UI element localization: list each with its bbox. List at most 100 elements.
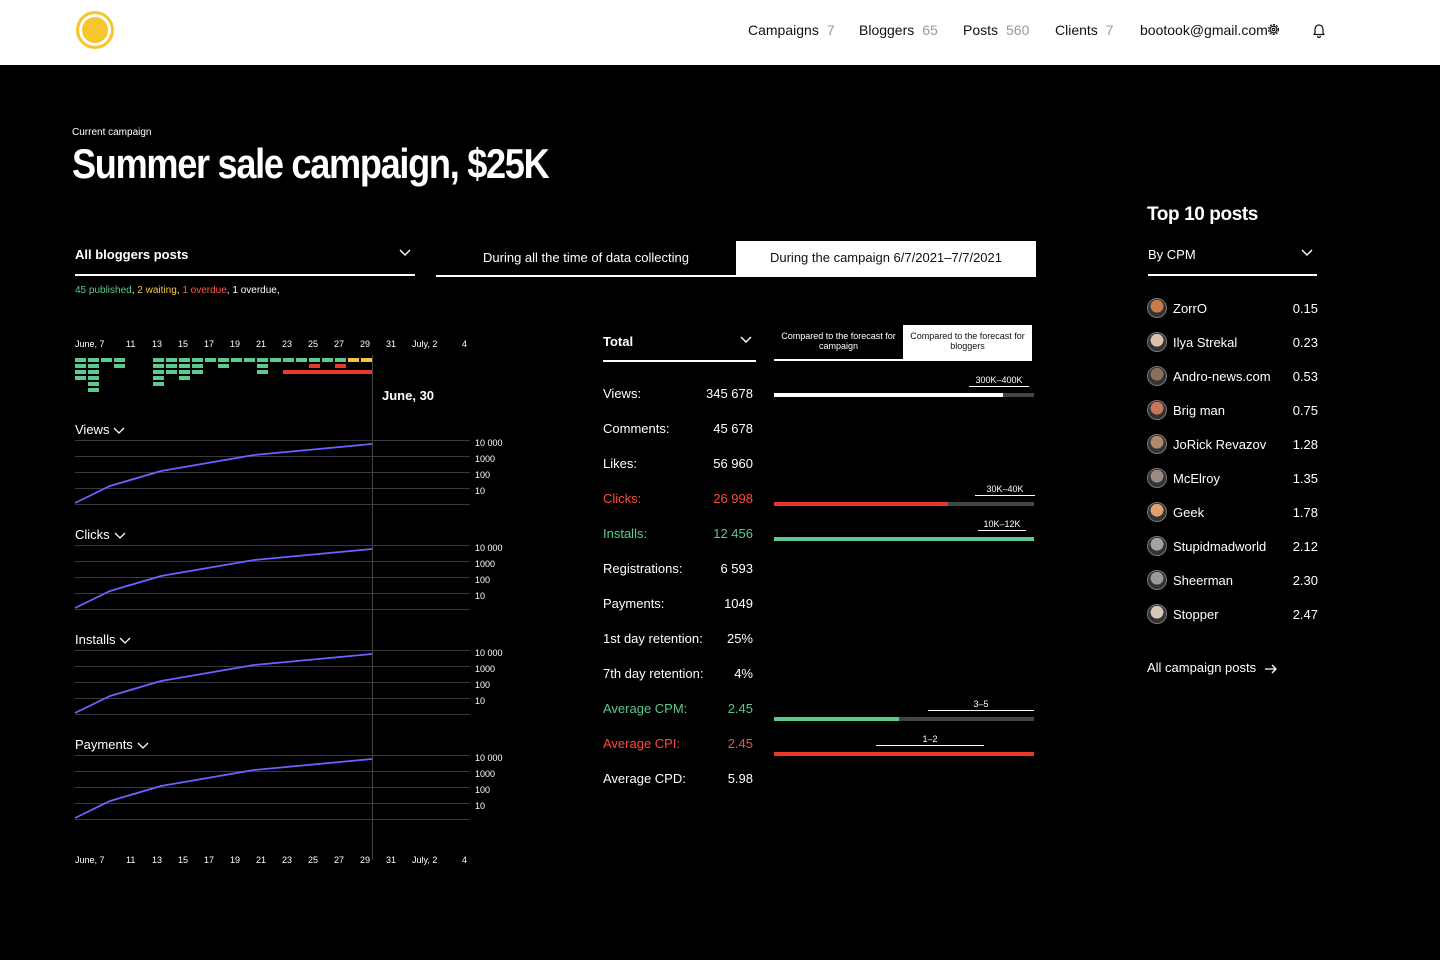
timeline-cell [309, 364, 320, 368]
stat-name: Installs: [603, 526, 648, 541]
top-post-row[interactable]: JoRick Revazov 1.28 [1147, 434, 1318, 454]
nav-bloggers[interactable]: Bloggers 65 [859, 22, 938, 38]
sort-dropdown[interactable]: By CPM [1148, 247, 1317, 276]
bell-icon[interactable] [1311, 22, 1327, 38]
timeline-tick: 4 [462, 855, 468, 865]
all-campaign-posts-link[interactable]: All campaign posts [1147, 660, 1278, 675]
timeline-cell [75, 376, 86, 380]
timeline-tick: 19 [230, 855, 241, 865]
nav-posts[interactable]: Posts 560 [963, 22, 1029, 38]
timeline-cell [218, 358, 229, 362]
chevron-down-icon [137, 742, 149, 749]
current-date-label: June, 30 [382, 388, 435, 403]
avatar [1147, 468, 1167, 488]
forecast-bar-average-cpi [774, 752, 1034, 756]
top-post-row[interactable]: Andro-news.com 0.53 [1147, 366, 1318, 386]
timeline-cell [75, 364, 86, 368]
stat-name: Payments: [603, 596, 665, 611]
top-post-row[interactable]: Sheerman 2.30 [1147, 570, 1318, 590]
blogger-name: Ilya Strekal [1173, 335, 1238, 350]
timeline-tick: 31 [386, 339, 397, 349]
top-post-row[interactable]: Stupidmadworld 2.12 [1147, 536, 1318, 556]
blogger-name: Andro-news.com [1173, 369, 1271, 384]
metric-label: Payments [75, 737, 133, 752]
cpm-value: 1.28 [1292, 437, 1318, 452]
timeline-cell [335, 364, 346, 368]
cpm-value: 2.12 [1292, 539, 1318, 554]
nav-campaigns[interactable]: Campaigns 7 [748, 22, 835, 38]
overdue-red-count: 1 overdue [182, 285, 227, 296]
chevron-down-icon [1301, 249, 1313, 256]
blogger-name: McElroy [1173, 471, 1220, 486]
timeline-cell [88, 382, 99, 386]
tab-all-time[interactable]: During all the time of data collecting [436, 241, 736, 275]
timeline-cell [153, 370, 164, 374]
nav-clients[interactable]: Clients 7 [1055, 22, 1114, 38]
metric-dropdown-views[interactable]: Views [75, 422, 125, 437]
tab-compare-campaign[interactable]: Compared to the forecast for campaign [774, 325, 903, 359]
top-post-row[interactable]: Ilya Strekal 0.23 [1147, 332, 1318, 352]
metric-label: Installs [75, 632, 116, 647]
overdue-count: 1 overdue [232, 285, 277, 296]
timeline-tick: 17 [204, 339, 215, 349]
stat-value: 26 998 [713, 491, 753, 506]
cpm-value: 2.30 [1292, 573, 1318, 588]
metric-dropdown-payments[interactable]: Payments [75, 737, 149, 752]
top-post-row[interactable]: Brig man 0.75 [1147, 400, 1318, 420]
tab-compare-bloggers[interactable]: Compared to the forecast for bloggers [903, 325, 1032, 359]
timeline-cell [75, 358, 86, 362]
stat-value: 6 593 [720, 561, 753, 576]
logo[interactable] [76, 11, 114, 49]
cpm-value: 1.35 [1292, 471, 1318, 486]
forecast-bar-average-cpm [774, 717, 1034, 721]
forecast-range-label: 300K–400K [969, 375, 1029, 387]
stat-value: 5.98 [727, 771, 753, 786]
timeline-tick: 21 [256, 855, 267, 865]
chevron-down-icon [114, 532, 126, 539]
timeline-tick: 23 [282, 339, 293, 349]
timeline-tick: 19 [230, 339, 241, 349]
timeline-cell [257, 370, 268, 374]
nav-count: 560 [1006, 22, 1030, 38]
chart-scale-label: 10 [475, 801, 486, 811]
blogger-name: Brig man [1173, 403, 1226, 418]
chart-scale-label: 10 000 [475, 543, 503, 553]
chevron-down-icon [399, 249, 411, 256]
timeline-cell [114, 364, 125, 368]
timeline-cell [296, 358, 307, 362]
bloggers-filter-dropdown[interactable]: All bloggers posts [75, 247, 415, 276]
top-post-row[interactable]: Stopper 2.47 [1147, 604, 1318, 624]
account-email[interactable]: bootook@gmail.com [1140, 22, 1268, 38]
stat-name: Registrations: [603, 561, 683, 576]
metric-dropdown-clicks[interactable]: Clicks [75, 527, 126, 542]
timeline-cell [153, 382, 164, 386]
nav-count: 7 [1105, 22, 1114, 38]
top-post-row[interactable]: ZorrO 0.15 [1147, 298, 1318, 318]
forecast-bar-installs [774, 537, 1034, 541]
chevron-down-icon [113, 427, 125, 434]
timeline-cell [88, 388, 99, 392]
top-post-row[interactable]: McElroy 1.35 [1147, 468, 1318, 488]
timeline-cell [153, 358, 164, 362]
forecast-range-label: 30K–40K [975, 484, 1035, 496]
nav-count: 65 [922, 22, 938, 38]
top-post-row[interactable]: Geek 1.78 [1147, 502, 1318, 522]
gear-icon[interactable] [1266, 22, 1281, 37]
timeline-tick: 25 [308, 339, 319, 349]
metric-dropdown-installs[interactable]: Installs [75, 632, 131, 647]
chart-scale-label: 1000 [475, 559, 496, 569]
chart-scale-label: 10 000 [475, 648, 503, 658]
forecast-bar-fill [774, 752, 1034, 756]
cpm-value: 0.23 [1292, 335, 1318, 350]
nav-count: 7 [826, 22, 835, 38]
avatar [1147, 536, 1167, 556]
stat-value: 2.45 [727, 701, 753, 716]
timeline-cell [101, 358, 112, 362]
metric-trend-line-payments [74, 758, 373, 819]
tab-during-campaign[interactable]: During the campaign 6/7/2021–7/7/2021 [736, 241, 1036, 275]
totals-dropdown[interactable]: Total [603, 334, 756, 362]
forecast-bar-fill [774, 393, 1003, 397]
cpm-value: 2.47 [1292, 607, 1318, 622]
chart-scale-label: 10 000 [475, 753, 503, 763]
timeline-tick: June, 7 [75, 855, 105, 865]
